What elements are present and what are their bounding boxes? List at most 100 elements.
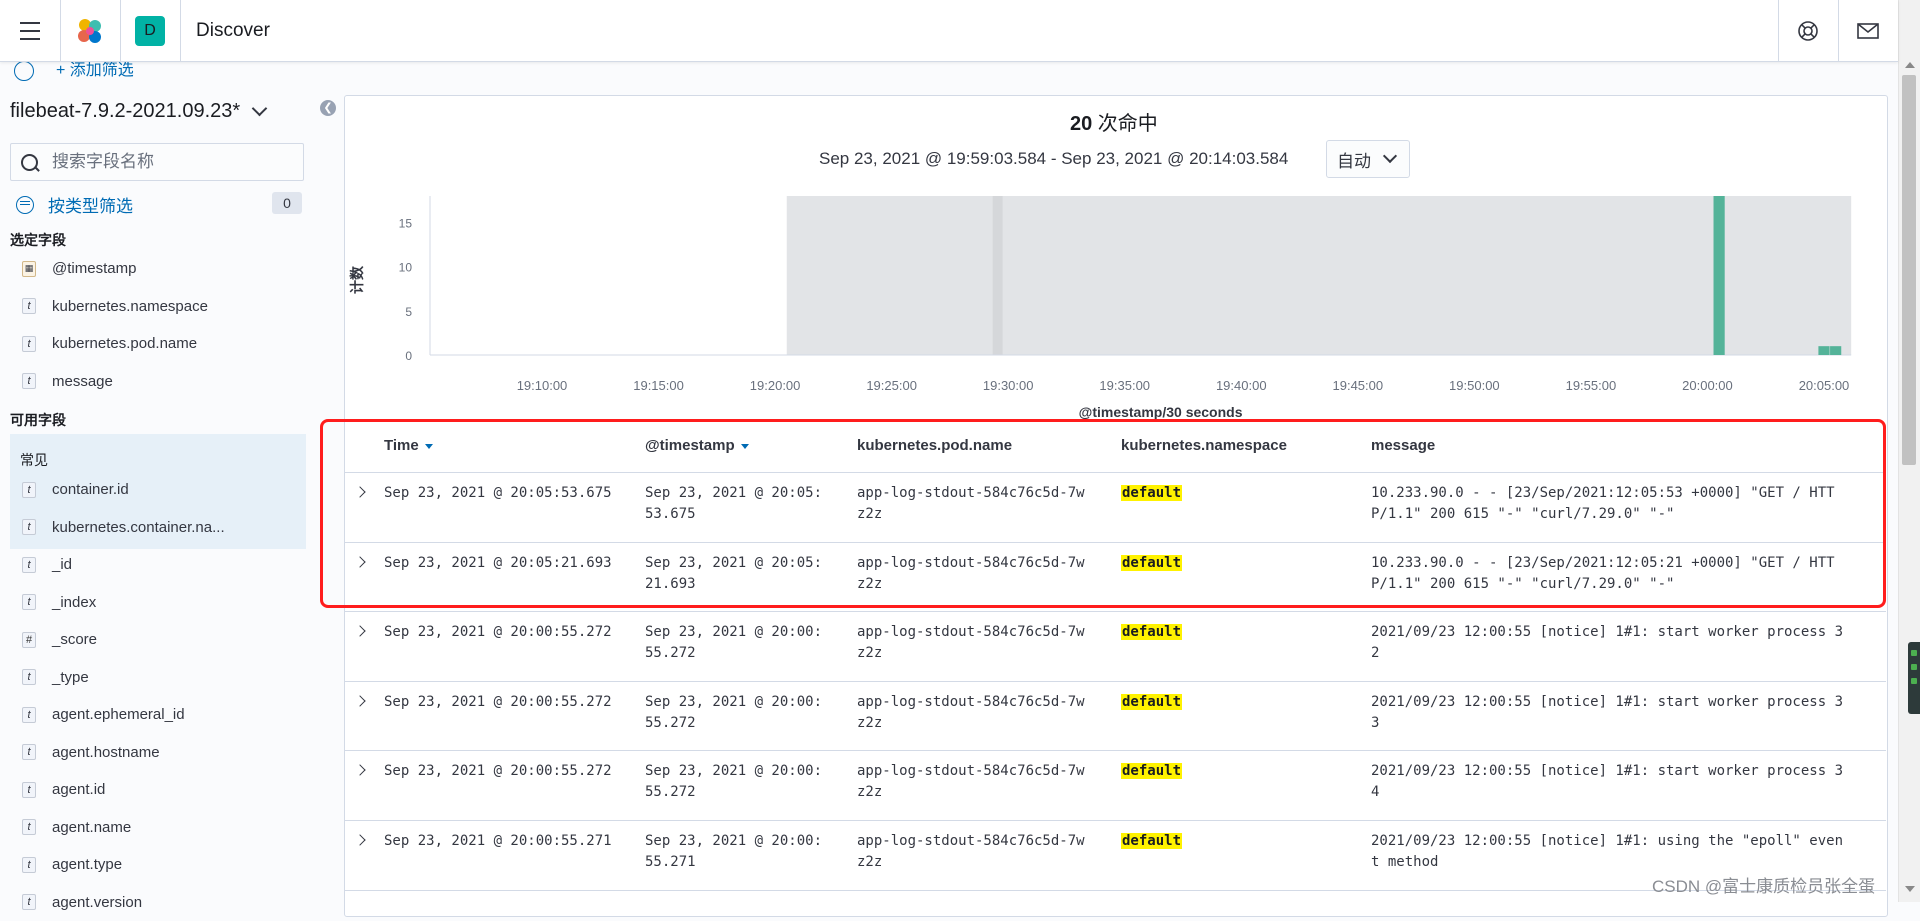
- table-cell-pod: app-log-stdout-584c76c5d-7w z2z: [857, 831, 1107, 873]
- field-name: agent.ephemeral_id: [52, 706, 185, 723]
- interval-select[interactable]: 自动: [1326, 140, 1410, 178]
- floating-widget[interactable]: [1908, 642, 1920, 714]
- popular-fields-list: tcontainer.idtkubernetes.container.na...: [10, 471, 306, 546]
- field-name: _score: [52, 631, 97, 648]
- string-field-icon: t: [22, 373, 36, 389]
- field-item[interactable]: # _score: [10, 621, 306, 659]
- column-header[interactable]: Time: [384, 420, 433, 472]
- table-row: Sep 23, 2021 @ 20:05:53.675Sep 23, 2021 …: [344, 473, 1886, 543]
- field-name: agent.id: [52, 781, 105, 798]
- field-name: agent.type: [52, 856, 122, 873]
- histogram-chart[interactable]: 051015计数19:10:0019:15:0019:20:0019:25:00…: [344, 185, 1886, 420]
- collapse-sidebar-icon[interactable]: ❮: [320, 100, 336, 116]
- field-item[interactable]: t agent.ephemeral_id: [10, 696, 306, 734]
- string-field-icon: t: [22, 482, 36, 498]
- x-tick-label: 19:15:00: [633, 378, 684, 393]
- column-header-label: Time: [384, 437, 419, 454]
- column-header[interactable]: kubernetes.namespace: [1121, 420, 1287, 472]
- table-header: Time @timestamp kubernetes.pod.name kuberne…: [344, 420, 1886, 473]
- table-cell-timestamp: Sep 23, 2021 @ 20:00: 55.271: [645, 831, 845, 873]
- space-selector-button[interactable]: D: [120, 0, 180, 61]
- x-tick-label: 20:05:00: [1799, 378, 1850, 393]
- field-name: agent.version: [52, 894, 142, 911]
- column-header-label: message: [1371, 437, 1435, 454]
- field-name: kubernetes.pod.name: [52, 335, 197, 352]
- help-button[interactable]: [1778, 0, 1838, 61]
- table-cell-namespace: default: [1121, 692, 1301, 713]
- field-item[interactable]: t_index: [10, 584, 306, 622]
- filter-by-type-button[interactable]: 按类型筛选: [16, 192, 133, 217]
- table-row: Sep 23, 2021 @ 20:00:55.272Sep 23, 2021 …: [344, 682, 1886, 752]
- table-cell-namespace: default: [1121, 831, 1301, 852]
- field-name: message: [52, 373, 113, 390]
- available-fields-title: 可用字段: [10, 410, 66, 430]
- x-tick-label: 19:10:00: [517, 378, 568, 393]
- field-item[interactable]: t_id: [10, 546, 306, 584]
- menu-toggle-button[interactable]: [0, 0, 60, 61]
- home-logo-link[interactable]: [60, 0, 120, 61]
- selected-fields-title: 选定字段: [10, 230, 66, 250]
- field-item[interactable]: ▦@timestamp: [10, 250, 306, 288]
- column-header[interactable]: @timestamp: [645, 420, 749, 472]
- number-field-icon: #: [22, 632, 36, 648]
- watermark: CSDN @富士康质检员张全蛋: [1652, 872, 1875, 897]
- y-tick-label: 15: [399, 217, 413, 231]
- field-item[interactable]: tagent.id: [10, 771, 306, 809]
- field-search-input[interactable]: [50, 151, 294, 173]
- string-field-icon: t: [22, 669, 36, 685]
- field-item[interactable]: tcontainer.id: [10, 471, 306, 509]
- string-field-icon: t: [22, 519, 36, 535]
- string-field-icon: t: [22, 707, 36, 723]
- field-item[interactable]: t _type: [10, 659, 306, 697]
- histogram-bar: [1818, 346, 1829, 355]
- column-header-label: @timestamp: [645, 437, 735, 454]
- table-row: Sep 23, 2021 @ 20:00:55.272Sep 23, 2021 …: [344, 612, 1886, 682]
- string-field-icon: t: [22, 336, 36, 352]
- divider: [180, 0, 181, 61]
- shaded-time-range: [787, 196, 1851, 355]
- page-scrollbar[interactable]: [1898, 0, 1920, 902]
- sort-descending-icon[interactable]: [425, 444, 433, 449]
- field-name: kubernetes.namespace: [52, 298, 208, 315]
- expand-row-chevron-icon[interactable]: [354, 626, 365, 637]
- column-header[interactable]: message: [1371, 420, 1435, 472]
- table-cell-pod: app-log-stdout-584c76c5d-7w z2z: [857, 483, 1107, 525]
- sort-descending-icon[interactable]: [741, 444, 749, 449]
- field-item[interactable]: tagent.type: [10, 846, 306, 884]
- scroll-up-arrow-icon[interactable]: [1905, 62, 1915, 68]
- y-tick-label: 10: [399, 261, 413, 275]
- popular-fields-label: 常见: [20, 450, 48, 470]
- expand-row-chevron-icon[interactable]: [354, 765, 365, 776]
- field-item[interactable]: tkubernetes.namespace: [10, 288, 306, 326]
- table-cell-message: 2021/09/23 12:00:55 [notice] 1#1: start …: [1371, 761, 1871, 803]
- column-header[interactable]: kubernetes.pod.name: [857, 420, 1012, 472]
- newsfeed-button[interactable]: [1838, 0, 1898, 61]
- field-item[interactable]: t message: [10, 363, 306, 401]
- expand-row-chevron-icon[interactable]: [354, 486, 365, 497]
- field-name: _type: [52, 669, 89, 686]
- expand-row-chevron-icon[interactable]: [354, 834, 365, 845]
- table-cell-timestamp: Sep 23, 2021 @ 20:00: 55.272: [645, 761, 845, 803]
- highlighted-term: default: [1121, 624, 1182, 640]
- scroll-down-arrow-icon[interactable]: [1905, 886, 1915, 892]
- index-pattern-selector[interactable]: filebeat-7.9.2-2021.09.23*: [10, 100, 265, 123]
- table-cell-pod: app-log-stdout-584c76c5d-7w z2z: [857, 761, 1107, 803]
- column-header-label: kubernetes.namespace: [1121, 437, 1287, 454]
- field-item[interactable]: tkubernetes.container.na...: [10, 509, 306, 547]
- field-item[interactable]: tagent.hostname: [10, 734, 306, 772]
- x-tick-label: 19:45:00: [1333, 378, 1384, 393]
- field-item[interactable]: tagent.name: [10, 809, 306, 847]
- filter-icon: [16, 196, 34, 214]
- expand-row-chevron-icon[interactable]: [354, 695, 365, 706]
- expand-row-chevron-icon[interactable]: [354, 556, 365, 567]
- scrollbar-thumb[interactable]: [1902, 75, 1916, 465]
- filter-count-badge: 0: [272, 192, 302, 214]
- field-search-box: [10, 143, 304, 181]
- table-row: Sep 23, 2021 @ 20:05:21.693Sep 23, 2021 …: [344, 543, 1886, 613]
- field-item[interactable]: t kubernetes.pod.name: [10, 325, 306, 363]
- selected-fields-list: ▦@timestamptkubernetes.namespacetkuberne…: [10, 250, 306, 400]
- table-cell-timestamp: Sep 23, 2021 @ 20:00: 55.272: [645, 692, 845, 734]
- highlighted-term: default: [1121, 555, 1182, 571]
- highlighted-term: default: [1121, 763, 1182, 779]
- field-item[interactable]: tagent.version: [10, 884, 306, 921]
